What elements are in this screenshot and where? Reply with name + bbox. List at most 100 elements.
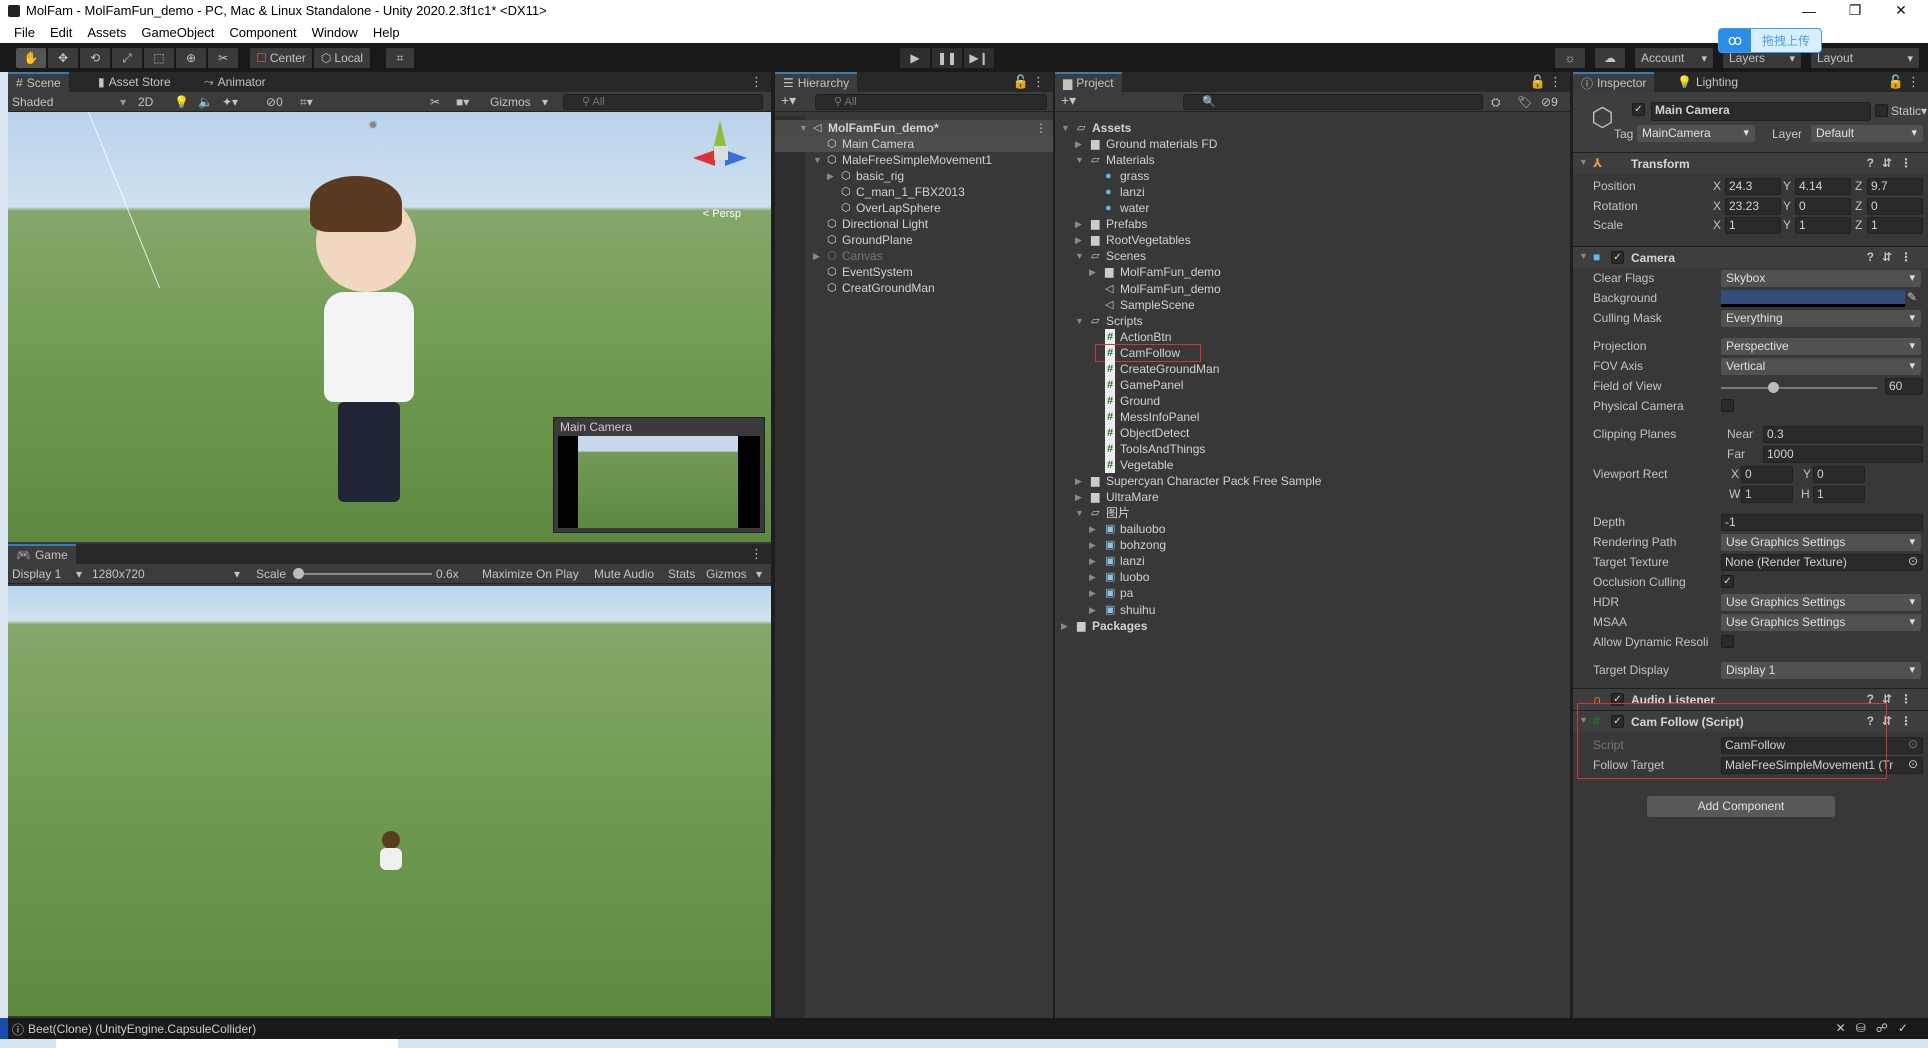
y-field[interactable]: 0 [1795,198,1851,215]
viewport-w-field[interactable]: 1 [1741,486,1793,503]
x-field[interactable]: 1 [1725,217,1781,234]
effects-toggle-icon[interactable]: ✦▾ [222,95,238,109]
project-item[interactable]: ◁ SampleScene [1055,297,1570,313]
collapse-arrow-icon[interactable]: ▶ [1075,136,1082,152]
collapse-arrow-icon[interactable]: ▶ [1075,473,1082,489]
culling-mask-dropdown[interactable]: Everything [1721,310,1921,327]
hierarchy-item[interactable]: ▶ ⬡ basic_rig [775,168,1053,184]
collapse-arrow-icon[interactable]: ▶ [1089,264,1096,280]
search-by-type-icon[interactable]: ⛭ [1491,95,1501,110]
project-item[interactable]: ▼ ▱ Assets [1055,120,1570,136]
game-viewport[interactable] [8,586,771,1016]
step-button[interactable]: ▶❙ [964,48,994,68]
tab-scene[interactable]: # Scene [8,72,69,92]
hierarchy-item[interactable]: ⬡ C_man_1_FBX2013 [775,184,1053,200]
z-field[interactable]: 9.7 [1867,178,1923,195]
project-search-input[interactable]: 🔍 [1183,94,1483,110]
collapse-arrow-icon[interactable]: ▶ [1075,232,1082,248]
component-actions[interactable]: ?⇵⋮ [1867,250,1920,264]
display-dropdown[interactable]: Display 1 [12,567,61,581]
expand-arrow-icon[interactable]: ▼ [1075,505,1084,521]
project-item[interactable]: ◁ MolFamFun_demo [1055,281,1570,297]
project-item[interactable]: ▶ ▣ bailuobo [1055,521,1570,537]
hierarchy-item[interactable]: ⬡ OverLapSphere [775,200,1053,216]
expand-arrow-icon[interactable]: ▼ [1061,120,1070,136]
project-item[interactable]: # ToolsAndThings [1055,441,1570,457]
hierarchy-item[interactable]: ⬡ GroundPlane [775,232,1053,248]
gizmos-dropdown[interactable]: Gizmos [490,95,531,109]
occlusion-culling-checkbox[interactable]: ✓ [1721,575,1734,588]
object-picker-icon[interactable]: ⊙ [1908,554,1918,568]
more-options-icon[interactable]: ⋮ [1032,74,1045,90]
project-item[interactable]: ▶ ▆ RootVegetables [1055,232,1570,248]
layout-dropdown[interactable]: Layout [1811,48,1919,68]
physical-camera-checkbox[interactable] [1721,399,1734,412]
z-field[interactable]: 1 [1867,217,1923,234]
grid-toggle-icon[interactable]: ⌗▾ [300,95,313,110]
game-gizmos-dropdown[interactable]: Gizmos [706,567,747,581]
pause-button[interactable]: ❚❚ [932,48,962,68]
expand-arrow-icon[interactable]: ▼ [1075,313,1084,329]
collapse-arrow-icon[interactable]: ▶ [1061,618,1068,634]
stats-toggle[interactable]: Stats [668,567,695,581]
menu-file[interactable]: File [14,25,35,40]
more-options-icon[interactable]: ⋮ [1035,120,1047,136]
project-item[interactable]: ▼ ▱ Scripts [1055,313,1570,329]
status-icons[interactable]: ✕⛁☍✓ [1836,1021,1918,1035]
upload-overlay-button[interactable]: ꝏ 拖拽上传 [1718,28,1822,53]
menu-component[interactable]: Component [229,25,296,40]
tab-project[interactable]: ▆ Project [1055,72,1122,92]
cloud-icon[interactable]: ☁ [1595,48,1625,68]
project-item[interactable]: # CamFollow [1055,343,1570,362]
collapse-arrow-icon[interactable]: ▶ [1089,569,1096,585]
audio-toggle-icon[interactable]: 🔈 [198,95,213,109]
lock-icon[interactable]: 🔓 [1530,74,1546,90]
project-item[interactable]: ● water [1055,200,1570,216]
project-item[interactable]: # CreateGroundMan [1055,360,1570,377]
msaa-dropdown[interactable]: Use Graphics Settings [1721,614,1921,631]
hierarchy-item[interactable]: ⬡ Main Camera [775,136,1053,152]
resolution-dropdown[interactable]: 1280x720 [92,567,145,581]
account-dropdown[interactable]: Account [1635,48,1713,68]
collapse-arrow-icon[interactable]: ▶ [813,248,820,264]
tab-asset-store[interactable]: ▮ Asset Store [90,72,179,92]
viewport-x-field[interactable]: 0 [1741,466,1793,483]
enabled-checkbox[interactable]: ✓ [1611,251,1624,264]
menu-edit[interactable]: Edit [50,25,72,40]
target-display-dropdown[interactable]: Display 1 [1721,662,1921,679]
rendering-path-dropdown[interactable]: Use Graphics Settings [1721,534,1921,551]
expand-arrow-icon[interactable]: ▼ [1075,248,1084,264]
project-item[interactable]: # MessInfoPanel [1055,408,1570,425]
maximize-on-play-toggle[interactable]: Maximize On Play [482,567,579,581]
hierarchy-item[interactable]: ▶ ⬡ Canvas [775,248,1053,264]
collapse-arrow-icon[interactable]: ▶ [1089,553,1096,569]
project-item[interactable]: ▶ ▣ luobo [1055,569,1570,585]
project-item[interactable]: ▶ ▆ UltraMare [1055,489,1570,505]
more-options-icon[interactable]: ⋮ [1549,74,1562,90]
fov-field[interactable]: 60 [1885,378,1923,395]
x-field[interactable]: 23.23 [1725,198,1781,215]
project-item[interactable]: # Ground [1055,392,1570,409]
project-item[interactable]: ▶ ▣ shuihu [1055,602,1570,618]
expand-arrow-icon[interactable]: ▼ [1075,152,1084,168]
project-item[interactable]: ● lanzi [1055,184,1570,200]
hierarchy-item[interactable]: ⬡ EventSystem [775,264,1053,280]
project-item[interactable]: ▶ ▣ lanzi [1055,553,1570,569]
add-component-button[interactable]: Add Component [1647,796,1835,817]
create-button[interactable]: +▾ [1061,92,1076,109]
hierarchy-item[interactable]: ⬡ Directional Light [775,216,1053,232]
move-tool-icon[interactable]: ✥ [48,48,78,68]
grid-snap-icon[interactable]: ⌗ [386,48,414,68]
x-field[interactable]: 24.3 [1725,178,1781,195]
hand-tool-icon[interactable]: ✋ [16,48,46,68]
restore-button[interactable]: ❐ [1832,0,1878,21]
close-button[interactable]: ✕ [1878,0,1924,21]
persp-label[interactable]: < Persp [703,208,741,220]
lock-icon[interactable]: 🔓 [1013,74,1029,90]
near-field[interactable]: 0.3 [1763,426,1923,443]
mute-audio-toggle[interactable]: Mute Audio [594,567,654,581]
project-item[interactable]: ▼ ▱ 图片 [1055,505,1570,521]
pivot-center-button[interactable]: ☐ Center [250,48,312,68]
collapse-arrow-icon[interactable]: ▶ [827,168,834,184]
y-field[interactable]: 1 [1795,217,1851,234]
